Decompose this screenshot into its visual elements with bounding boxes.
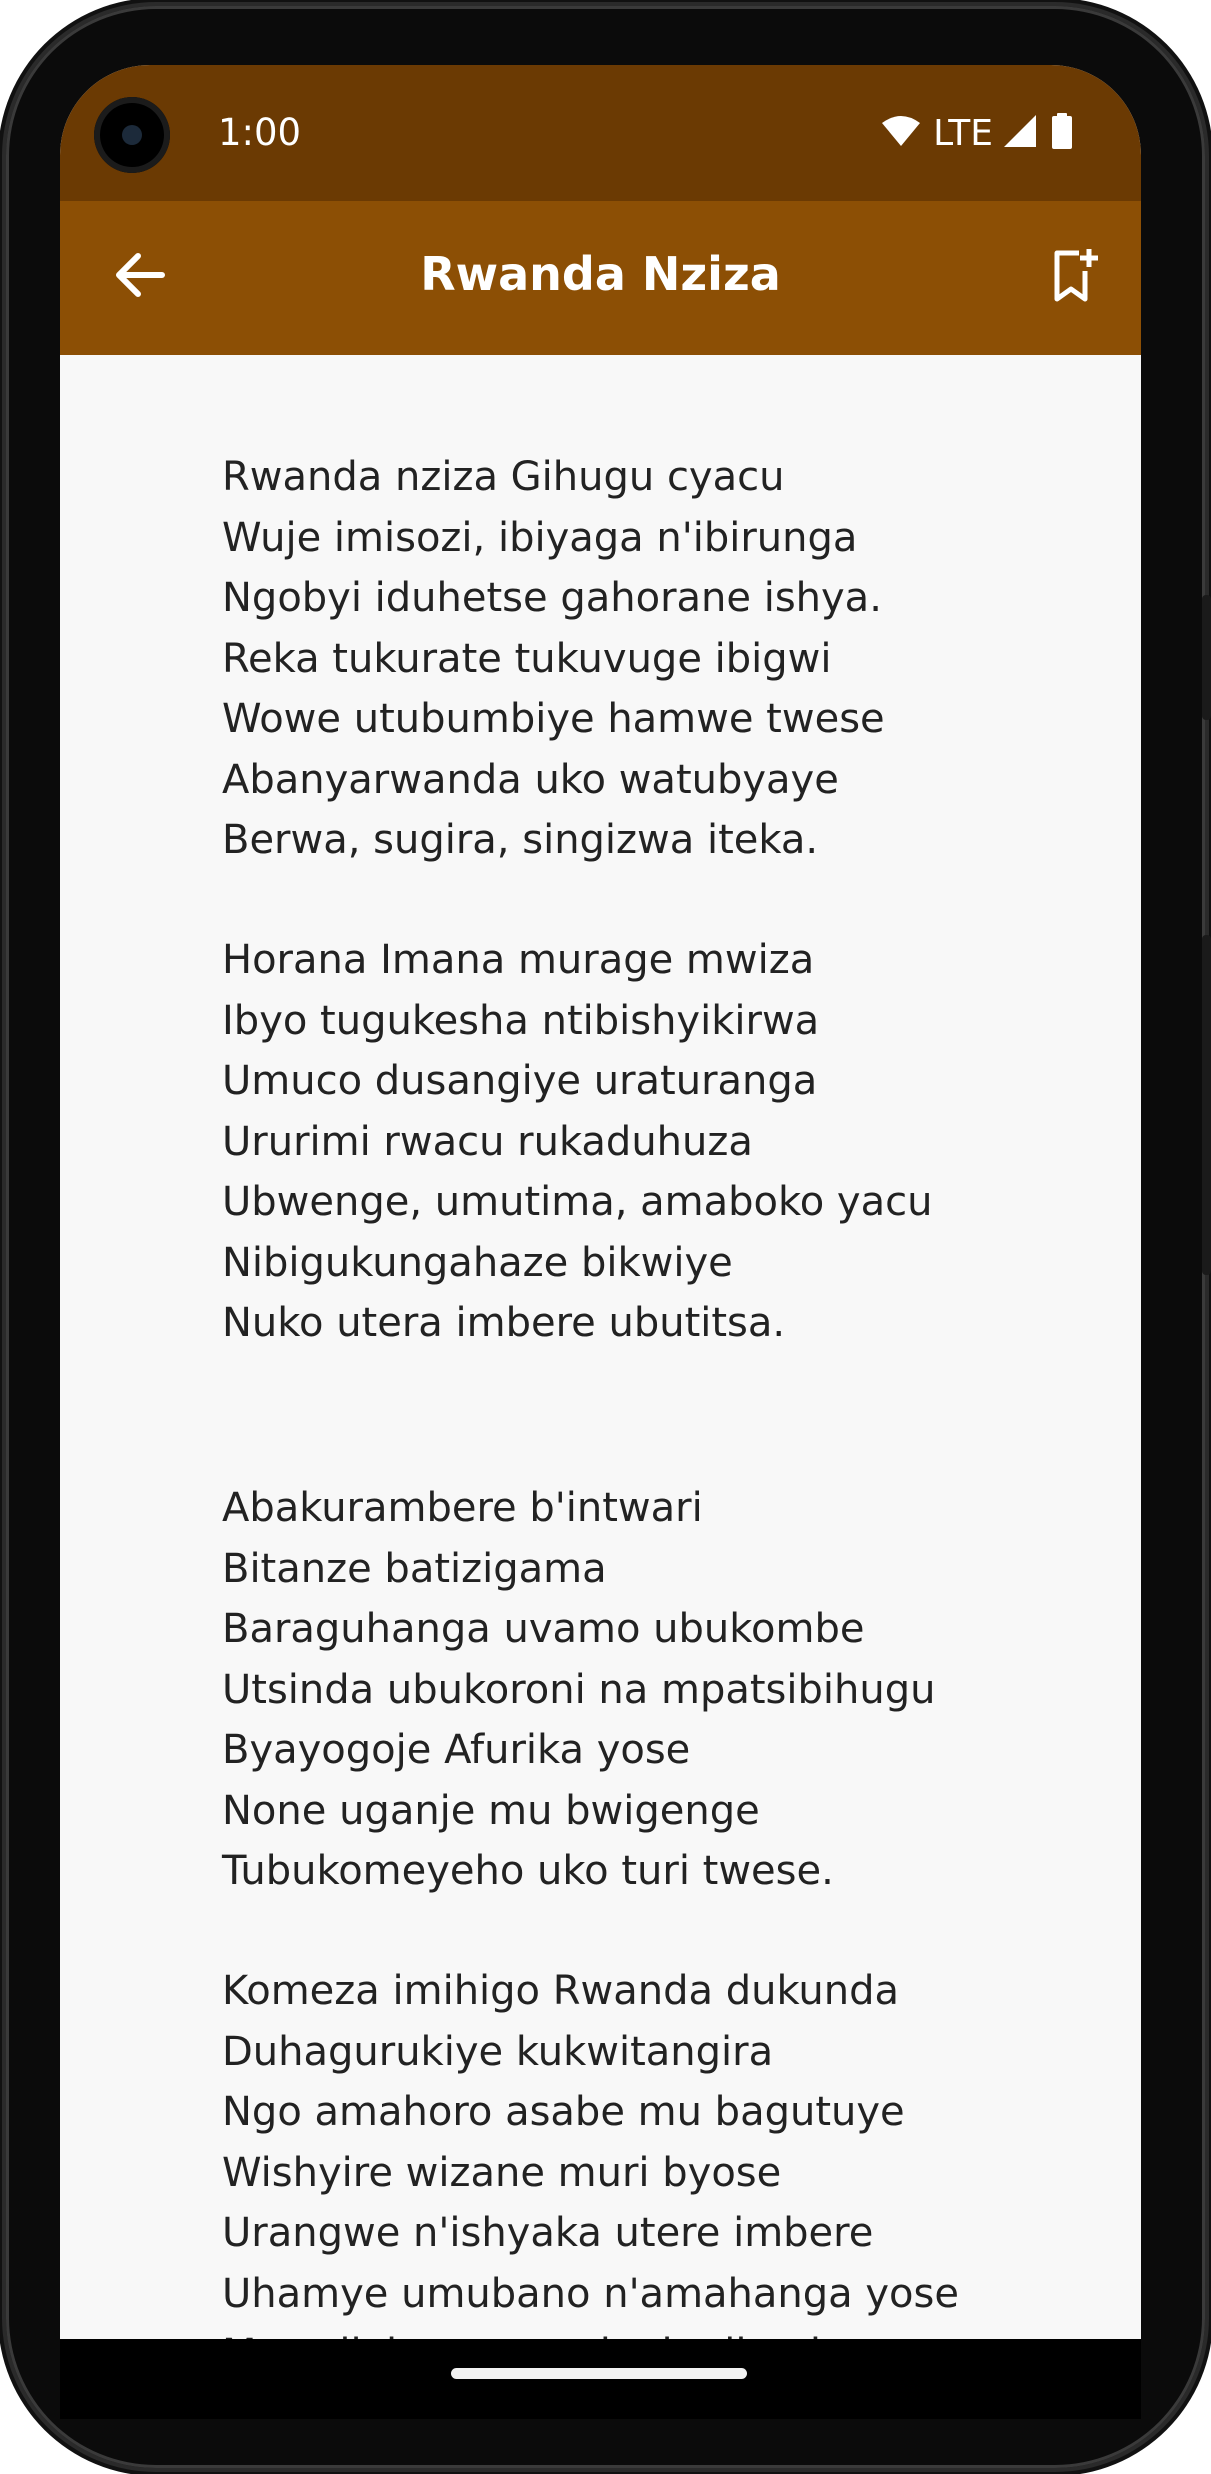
power-button — [1202, 595, 1211, 720]
lyric-line: Byayogoje Afurika yose — [222, 1727, 691, 1773]
status-bar: 1:00 LTE — [60, 65, 1141, 201]
lyric-line: None uganje mu bwigenge — [222, 1787, 760, 1834]
stanza-4: Komeza imihigo Rwanda dukunda Duhaguruki… — [222, 1961, 959, 2339]
lyric-line: Uhamye umubano n'amahanga yose — [222, 2270, 959, 2317]
front-camera — [94, 97, 170, 173]
lyric-line: Berwa, sugira, singizwa iteka. — [222, 817, 819, 863]
lyric-line: Abanyarwanda uko watubyaye — [222, 756, 839, 803]
lyric-line: Reka tukurate tukuvuge ibigwi — [222, 635, 832, 682]
lyric-line: Tubukomeyeho uko turi twese. — [222, 1848, 834, 1894]
lyric-line: Wuje imisozi, ibiyaga n'ibirunga — [222, 514, 858, 561]
bookmark-add-icon — [1051, 247, 1099, 307]
status-time: 1:00 — [218, 111, 302, 154]
lyric-line: Ibyo tugukesha ntibishyikirwa — [222, 997, 820, 1044]
page-title: Rwanda Nziza — [420, 247, 781, 301]
home-gesture-handle[interactable] — [451, 2368, 747, 2379]
stanza-1: Rwanda nziza Gihugu cyacu Wuje imisozi, … — [222, 447, 885, 871]
add-bookmark-button[interactable] — [1039, 241, 1111, 313]
lyric-line: Urangwe n'ishyaka utere imbere — [222, 2210, 874, 2256]
lyric-line: Ururimi rwacu rukaduhuza — [222, 1118, 753, 1165]
screen: 1:00 LTE Rwanda Nziza Rwanda nziza Gihug… — [60, 65, 1141, 2339]
cell-signal-icon — [1003, 114, 1037, 152]
wifi-icon — [881, 115, 921, 151]
app-bar: Rwanda Nziza — [60, 201, 1141, 355]
stanza-2: Horana Imana murage mwiza Ibyo tugukesha… — [222, 930, 932, 1354]
status-icons: LTE — [881, 111, 1073, 155]
lyric-line: Horana Imana murage mwiza — [222, 937, 815, 983]
navigation-bar — [60, 2339, 1141, 2419]
lyric-line: Abakurambere b'intwari — [222, 1485, 703, 1531]
battery-icon — [1051, 113, 1073, 153]
lyric-line: Bitanze batizigama — [222, 1545, 607, 1592]
lyric-line: Ngobyi iduhetse gahorane ishya. — [222, 575, 882, 621]
lyric-line: Umuco dusangiye uraturanga — [222, 1058, 818, 1104]
lyric-line: Maze ijabo ryawe riguhe ijambo. — [222, 2324, 959, 2339]
lyric-line: Ngo amahoro asabe mu bagutuye — [222, 2089, 905, 2135]
network-label: LTE — [933, 112, 993, 154]
lyric-line: Wishyire wizane muri byose — [222, 2149, 782, 2196]
lyric-line: Nuko utera imbere ubutitsa. — [222, 1300, 786, 1346]
lyric-line: Duhagurukiye kukwitangira — [222, 2028, 774, 2075]
lyric-line: Rwanda nziza Gihugu cyacu — [222, 454, 785, 500]
volume-button — [1202, 935, 1211, 1275]
lyric-line: Ubwenge, umutima, amaboko yacu — [222, 1179, 933, 1225]
lyric-line: Komeza imihigo Rwanda dukunda — [222, 1968, 900, 2014]
lyric-line: Baraguhanga uvamo ubukombe — [222, 1606, 865, 1652]
lyric-line: Wowe utubumbiye hamwe twese — [222, 696, 885, 742]
lyric-line: Utsinda ubukoroni na mpatsibihugu — [222, 1666, 936, 1713]
lyric-line: Nibigukungahaze bikwiye — [222, 1239, 733, 1286]
stanza-3: Abakurambere b'intwari Bitanze batizigam… — [222, 1478, 935, 1902]
